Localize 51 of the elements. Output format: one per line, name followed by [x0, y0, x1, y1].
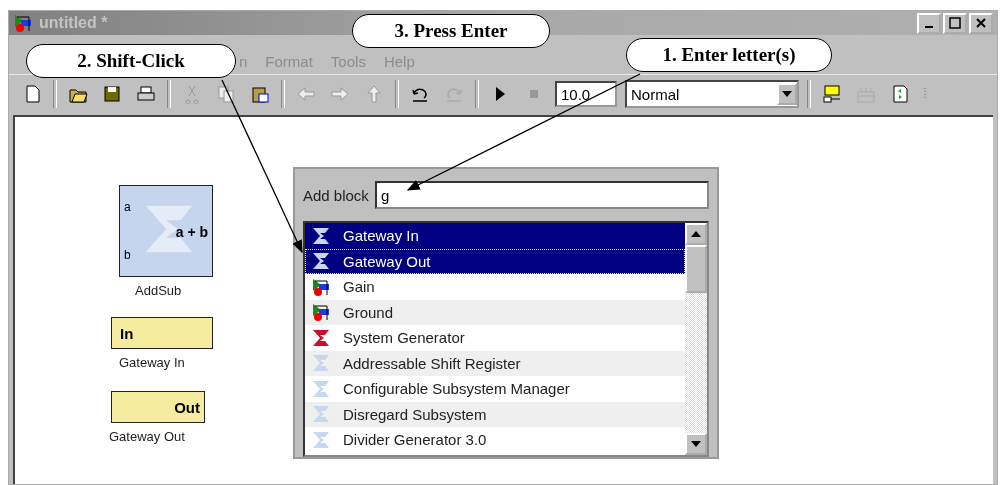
- stop-time-field[interactable]: 10.0: [555, 81, 617, 107]
- block-label: Gateway Out: [109, 429, 185, 444]
- block-list-item[interactable]: Gateway In: [305, 223, 685, 249]
- sigma-icon: [311, 404, 331, 425]
- output-label: a + b: [175, 224, 208, 240]
- close-button[interactable]: [969, 12, 993, 34]
- port-label: a: [124, 200, 131, 214]
- close-icon: [975, 17, 987, 29]
- port-label: b: [124, 248, 131, 262]
- block-list-item[interactable]: Ground: [305, 299, 685, 325]
- copy-icon: [216, 84, 236, 104]
- scrollbar[interactable]: [685, 223, 707, 455]
- add-block-label: Add block: [303, 186, 369, 204]
- printer-icon: [136, 84, 156, 104]
- block-label: AddSub: [135, 283, 182, 298]
- sigma-icon: [311, 327, 331, 348]
- window-title: untitled *: [39, 14, 108, 32]
- maximize-icon: [949, 17, 961, 29]
- up-arrow-icon: [691, 231, 701, 237]
- refresh-document-icon: [890, 84, 910, 104]
- block-diagram-icon: [311, 276, 331, 297]
- minimize-icon: [925, 26, 933, 28]
- caret-icon: [782, 91, 792, 97]
- block-text: In: [120, 324, 134, 342]
- simulation-mode-dropdown[interactable]: Normal: [625, 80, 799, 108]
- block-list-item[interactable]: Gateway Out: [305, 248, 685, 274]
- block-label: Gateway In: [119, 355, 185, 370]
- sigma-icon: [311, 378, 331, 399]
- gateway-in-block[interactable]: In: [111, 317, 213, 349]
- add-block-field[interactable]: g: [374, 181, 709, 209]
- sigma-icon: [311, 251, 331, 272]
- scissors-icon: [182, 84, 202, 104]
- block-diagram-icon: [13, 13, 33, 33]
- scroll-thumb[interactable]: [685, 245, 707, 293]
- paste-icon: [250, 84, 270, 104]
- block-list-item[interactable]: Addressable Shift Register: [305, 350, 685, 376]
- gateway-out-block[interactable]: Out: [111, 391, 205, 423]
- block-list-item[interactable]: Disregard Subsystem: [305, 401, 685, 427]
- callout-label: 2. Shift-Click: [26, 44, 236, 78]
- minimize-button[interactable]: [917, 12, 941, 34]
- block-text: Out: [174, 398, 200, 416]
- block-diagram-icon: [311, 302, 331, 323]
- down-arrow-icon: [691, 441, 701, 447]
- sigma-icon: [311, 225, 331, 246]
- addsub-block[interactable]: a b a + b: [119, 185, 213, 277]
- callout-label: 3. Press Enter: [352, 14, 550, 48]
- callout-label: 1. Enter letter(s): [626, 38, 832, 72]
- block-insert-icon: [822, 84, 842, 104]
- sigma-icon: [311, 353, 331, 374]
- sigma-icon: [311, 429, 331, 450]
- maximize-button[interactable]: [943, 12, 967, 34]
